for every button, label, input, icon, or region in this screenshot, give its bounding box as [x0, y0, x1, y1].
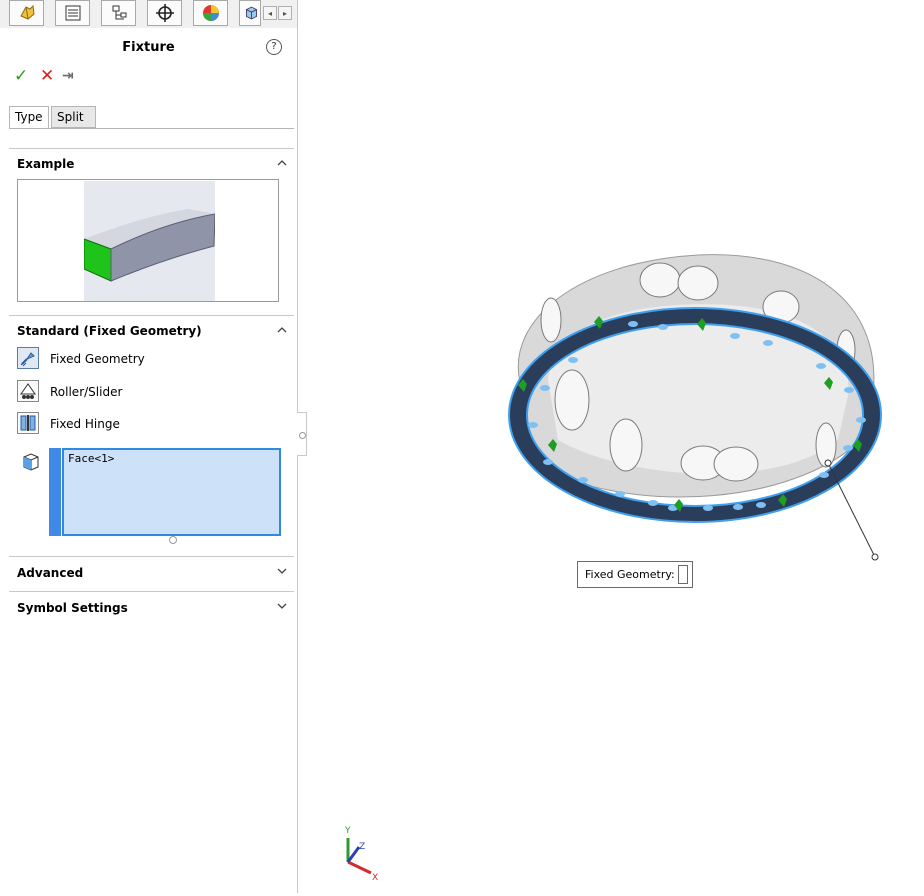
- section-divider: [9, 315, 294, 316]
- cam-tab[interactable]: [239, 0, 261, 26]
- simulation-icon: [19, 4, 35, 20]
- panel-splitter-handle[interactable]: [297, 412, 307, 456]
- fixed-hinge-label: Fixed Hinge: [50, 417, 120, 431]
- cancel-x-icon[interactable]: ✕: [40, 66, 54, 86]
- tab-split[interactable]: Split: [51, 106, 96, 128]
- manager-tab-strip: ◂ ▸: [0, 0, 297, 28]
- model-view[interactable]: Y Z X: [308, 0, 924, 893]
- example-block-image: [83, 181, 216, 301]
- advanced-section-header[interactable]: Advanced: [17, 566, 83, 580]
- simulation-study-tab[interactable]: [9, 0, 44, 26]
- callout-end-dot: [871, 553, 879, 561]
- appearance-ball-icon: [202, 5, 219, 21]
- fixed-geometry-label: Fixed Geometry: [50, 352, 145, 366]
- dimxpert-tab[interactable]: [147, 0, 182, 26]
- tab-type[interactable]: Type: [9, 106, 49, 128]
- callout-anchor-dot: [824, 459, 832, 467]
- faces-selection-box[interactable]: Face<1>: [62, 448, 281, 536]
- property-manager-tab[interactable]: [55, 0, 90, 26]
- chevron-up-icon[interactable]: [275, 323, 289, 337]
- fixed-geometry-icon: [17, 347, 39, 369]
- section-divider: [9, 148, 294, 149]
- selection-list-item[interactable]: Face<1>: [68, 452, 114, 465]
- callout-leader-line: [827, 462, 876, 558]
- crosshair-icon: [155, 4, 174, 22]
- tabs-divider: [9, 128, 294, 129]
- tab-scroll-right-button[interactable]: ▸: [278, 6, 292, 20]
- triad-y-label: Y: [344, 826, 351, 836]
- callout-label: Fixed Geometry:: [585, 568, 675, 581]
- property-manager-panel: ◂ ▸ Fixture ? ✓ ✕ ⇥ Type Split Example S…: [0, 0, 298, 893]
- example-image-box: [17, 179, 279, 302]
- configuration-manager-tab[interactable]: [101, 0, 136, 26]
- selection-box-resize-grip[interactable]: [169, 536, 177, 544]
- pin-icon[interactable]: ⇥: [62, 68, 74, 84]
- section-divider: [9, 591, 294, 592]
- configuration-icon: [112, 5, 126, 20]
- roller-slider-label: Roller/Slider: [50, 385, 123, 399]
- face-selection-icon: [23, 453, 39, 471]
- chevron-up-icon[interactable]: [275, 156, 289, 170]
- graphics-viewport[interactable]: Y Z X: [308, 0, 924, 893]
- roller-slider-icon: [17, 380, 39, 402]
- tab-scroll-left-button[interactable]: ◂: [263, 6, 277, 20]
- callout-value-field[interactable]: [677, 565, 688, 584]
- triad-x-label: X: [372, 873, 378, 883]
- fixed-block-illustration: [83, 209, 216, 282]
- ok-check-icon[interactable]: ✓: [14, 66, 28, 86]
- example-section-header[interactable]: Example: [17, 157, 74, 171]
- display-manager-tab[interactable]: [193, 0, 228, 26]
- question-circle-icon[interactable]: ?: [266, 39, 282, 55]
- section-divider: [9, 556, 294, 557]
- panel-title: Fixture: [122, 40, 175, 55]
- property-list-icon: [65, 5, 80, 21]
- symbol-settings-section-header[interactable]: Symbol Settings: [17, 601, 128, 615]
- fixed-hinge-icon: [17, 412, 39, 434]
- triad-z-label: Z: [359, 842, 365, 852]
- fixed-geometry-callout[interactable]: Fixed Geometry:: [577, 561, 693, 588]
- cube-icon: [245, 6, 258, 20]
- splitter-grip: [299, 432, 306, 439]
- selection-active-bar: [49, 448, 61, 536]
- chevron-down-icon[interactable]: [275, 599, 289, 613]
- coordinate-triad-icon: Y Z X: [344, 826, 378, 883]
- standard-section-header[interactable]: Standard (Fixed Geometry): [17, 324, 202, 338]
- chevron-down-icon[interactable]: [275, 564, 289, 578]
